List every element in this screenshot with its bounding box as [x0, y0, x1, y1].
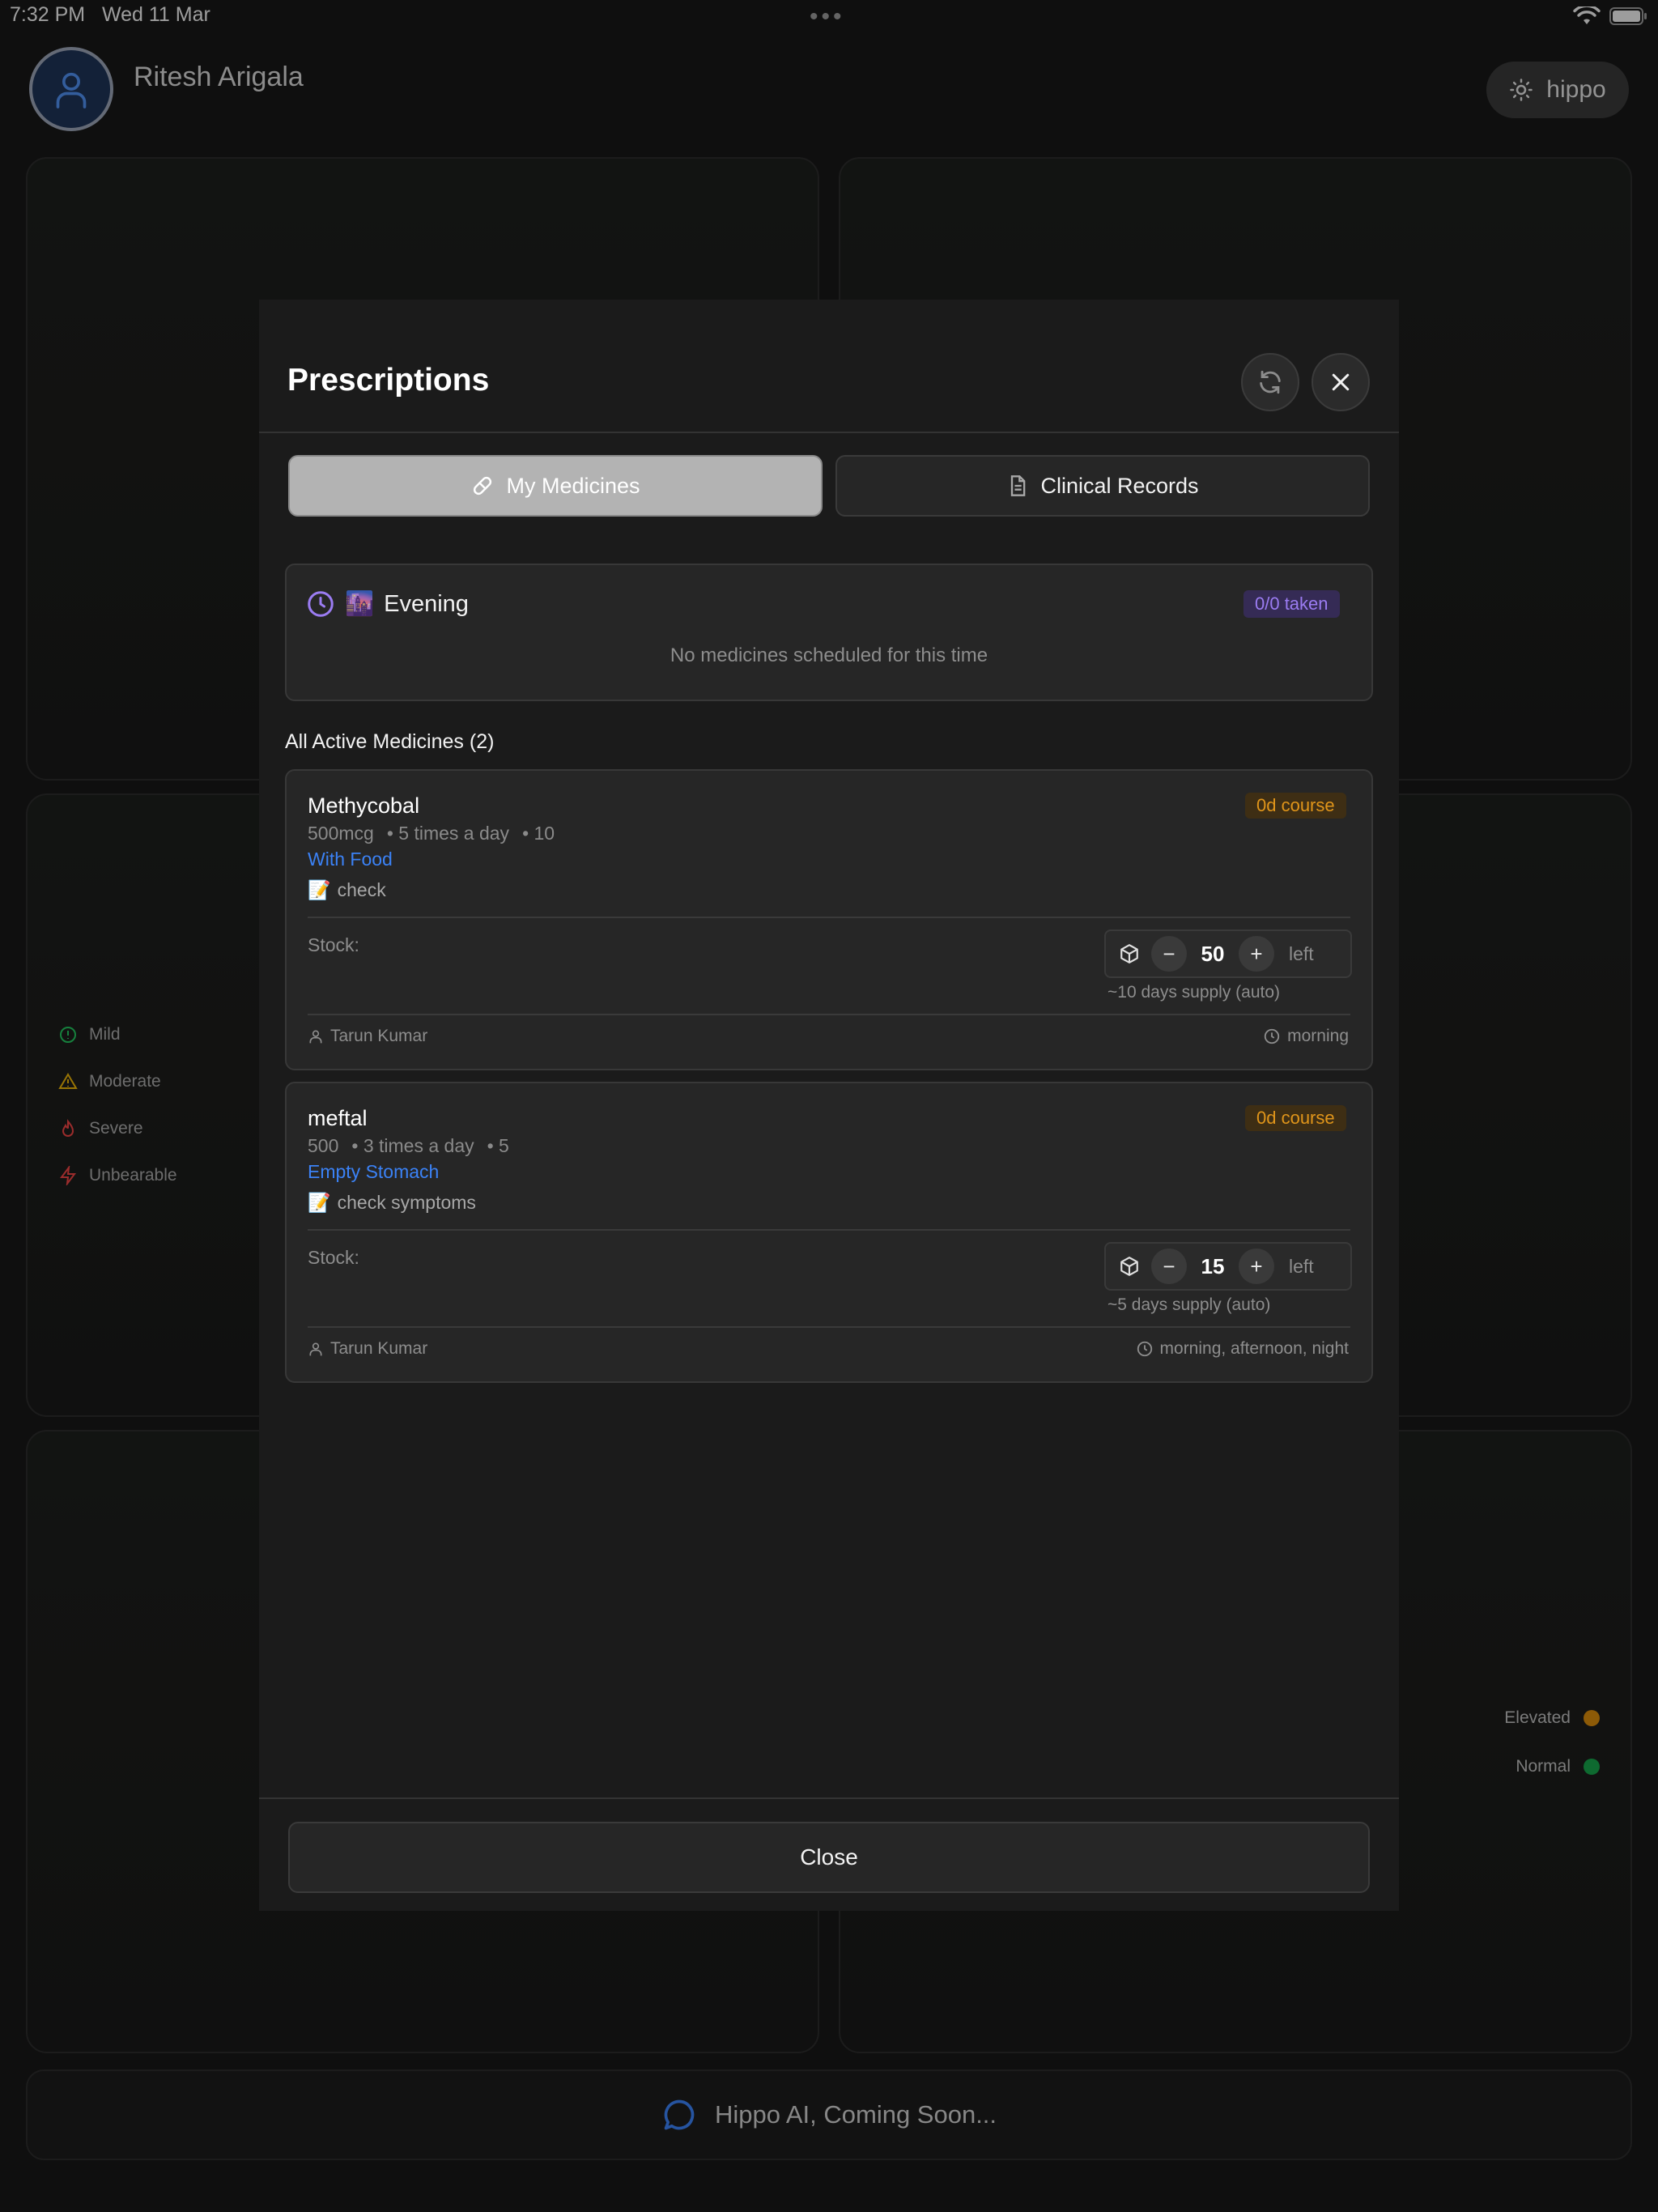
- schedule-evening-panel: [285, 564, 1373, 701]
- stock-stepper: − 15 + left: [1104, 1242, 1352, 1291]
- package-icon: [1120, 944, 1138, 963]
- user-icon: [309, 1030, 322, 1044]
- clock-icon: [1137, 1341, 1152, 1357]
- stock-suffix: left: [1289, 942, 1314, 964]
- empty-schedule-message: No medicines scheduled for this time: [670, 644, 988, 666]
- refresh-icon: [1260, 370, 1281, 394]
- card-divider: [308, 1326, 1350, 1328]
- note-emoji: 📝: [308, 879, 331, 900]
- stock-suffix: left: [1289, 1255, 1314, 1277]
- evening-emoji: 🌆: [345, 591, 375, 617]
- evening-label: Evening: [384, 590, 469, 617]
- medicine-details: 500 • 3 times a day • 5: [308, 1135, 509, 1156]
- stock-decrement-button[interactable]: −: [1151, 936, 1187, 972]
- medicine-details: 500mcg • 5 times a day • 10: [308, 823, 555, 844]
- medicine-card[interactable]: [285, 769, 1373, 1070]
- package-icon: [1120, 1257, 1138, 1276]
- timing: morning: [1263, 1027, 1349, 1046]
- stock-increment-button[interactable]: +: [1239, 1249, 1274, 1284]
- clock-icon: [308, 591, 334, 617]
- timing: morning, afternoon, night: [1136, 1339, 1349, 1359]
- medicine-note: 📝 check: [308, 879, 386, 900]
- close-icon-button[interactable]: [1312, 353, 1370, 411]
- section-title: All Active Medicines (2): [285, 730, 495, 753]
- tab-clinical-records[interactable]: Clinical Records: [835, 455, 1370, 517]
- stock-label: Stock:: [308, 1247, 359, 1268]
- stock-stepper: − 50 + left: [1104, 929, 1352, 978]
- card-divider: [308, 1014, 1350, 1015]
- course-badge: 0d course: [1245, 1105, 1346, 1131]
- food-instruction: With Food: [308, 849, 393, 870]
- taken-badge: 0/0 taken: [1244, 590, 1340, 618]
- pill-icon: [474, 476, 492, 496]
- stock-value: 15: [1201, 1253, 1225, 1278]
- close-icon: [1332, 373, 1350, 391]
- course-badge: 0d course: [1245, 793, 1346, 819]
- medicine-note: 📝 check symptoms: [308, 1192, 476, 1213]
- footer-divider: [259, 1797, 1399, 1799]
- stock-increment-button[interactable]: +: [1239, 936, 1274, 972]
- prescriber: Tarun Kumar: [308, 1027, 427, 1046]
- stock-value: 50: [1201, 941, 1225, 966]
- supply-text: ~10 days supply (auto): [1107, 983, 1281, 1002]
- stock-label: Stock:: [308, 934, 359, 955]
- schedule-title: 🌆 Evening: [306, 589, 469, 619]
- card-divider: [308, 917, 1350, 918]
- medicine-card[interactable]: [285, 1082, 1373, 1383]
- clock-icon: [1264, 1028, 1280, 1044]
- medicine-name: meftal: [308, 1106, 368, 1130]
- refresh-button[interactable]: [1241, 353, 1299, 411]
- supply-text: ~5 days supply (auto): [1107, 1295, 1271, 1314]
- close-button[interactable]: Close: [288, 1822, 1370, 1893]
- prescriber: Tarun Kumar: [308, 1339, 427, 1359]
- medicine-name: Methycobal: [308, 793, 420, 818]
- note-emoji: 📝: [308, 1192, 331, 1213]
- header-divider: [259, 432, 1399, 433]
- card-divider: [308, 1229, 1350, 1231]
- stock-decrement-button[interactable]: −: [1151, 1249, 1187, 1284]
- user-icon: [309, 1342, 322, 1356]
- food-instruction: Empty Stomach: [308, 1161, 440, 1182]
- modal-title: Prescriptions: [287, 363, 490, 398]
- tab-my-medicines[interactable]: My Medicines: [288, 455, 823, 517]
- file-icon: [1011, 475, 1026, 496]
